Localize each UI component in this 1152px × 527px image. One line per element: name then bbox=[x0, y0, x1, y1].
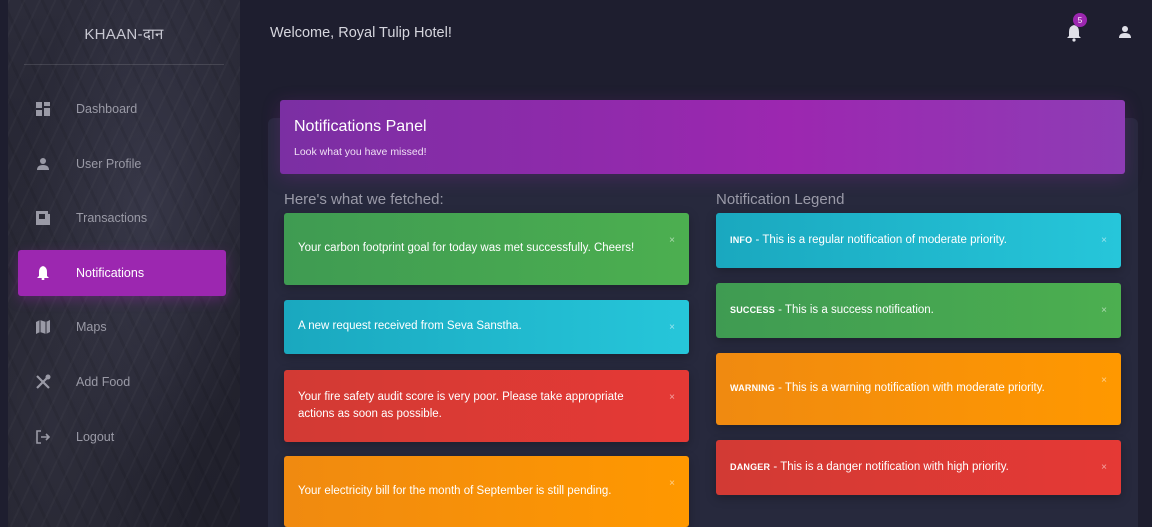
top-navbar: Welcome, Royal Tulip Hotel! 5 bbox=[240, 0, 1152, 64]
notification-alert: Your carbon footprint goal for today was… bbox=[284, 213, 689, 285]
sidebar-item-transactions[interactable]: Transactions bbox=[18, 195, 226, 241]
user-account-icon[interactable] bbox=[1118, 25, 1132, 39]
sidebar-item-label: User Profile bbox=[76, 156, 142, 171]
sidebar-item-user-profile[interactable]: User Profile bbox=[18, 141, 226, 187]
sidebar-item-add-food[interactable]: Add Food bbox=[18, 359, 226, 405]
main-content: Welcome, Royal Tulip Hotel! 5 Notificati… bbox=[240, 0, 1152, 527]
alert-text: - This is a success notification. bbox=[774, 303, 934, 316]
close-icon[interactable]: × bbox=[669, 233, 675, 248]
alert-tag: DANGER bbox=[730, 461, 771, 472]
legend-alert-success: SUCCESS - This is a success notification… bbox=[716, 283, 1121, 338]
fetched-title: Here's what we fetched: bbox=[284, 191, 444, 208]
sidebar-item-notifications[interactable]: Notifications bbox=[18, 249, 226, 296]
alert-message: SUCCESS - This is a success notification… bbox=[730, 302, 934, 319]
alert-message: INFO - This is a regular notification of… bbox=[730, 232, 1007, 249]
logout-icon bbox=[34, 428, 52, 446]
alert-message: A new request received from Seva Sanstha… bbox=[298, 320, 522, 333]
close-icon[interactable]: × bbox=[1101, 303, 1107, 318]
sidebar-item-label: Transactions bbox=[76, 211, 148, 226]
alert-tag: WARNING bbox=[730, 383, 775, 394]
close-icon[interactable]: × bbox=[669, 320, 675, 335]
close-icon[interactable]: × bbox=[669, 476, 675, 491]
alert-message: Your electricity bill for the month of S… bbox=[298, 484, 612, 497]
dashboard-icon bbox=[34, 100, 52, 118]
legend-alert-warning: WARNING - This is a warning notification… bbox=[716, 353, 1121, 425]
legend-alert-danger: DANGER - This is a danger notification w… bbox=[716, 440, 1121, 495]
notification-alert: Your electricity bill for the month of S… bbox=[284, 456, 689, 527]
sidebar-item-label: Logout bbox=[76, 429, 115, 444]
legend-alert-info: INFO - This is a regular notification of… bbox=[716, 213, 1121, 268]
sidebar-item-label: Notifications bbox=[76, 265, 145, 280]
legend-title: Notification Legend bbox=[716, 191, 845, 208]
sidebar-item-label: Add Food bbox=[76, 374, 131, 389]
welcome-text: Welcome, Royal Tulip Hotel! bbox=[270, 25, 452, 41]
alert-tag: INFO bbox=[730, 234, 753, 245]
notification-count-badge: 5 bbox=[1073, 13, 1087, 27]
close-icon[interactable]: × bbox=[1101, 460, 1107, 475]
sidebar: KHAAN-दान Dashboard User Profile Transac… bbox=[8, 0, 240, 527]
sidebar-item-dashboard[interactable]: Dashboard bbox=[18, 86, 226, 132]
sidebar-item-logout[interactable]: Logout bbox=[18, 414, 226, 460]
alert-message: Your carbon footprint goal for today was… bbox=[298, 242, 635, 255]
close-icon[interactable]: × bbox=[669, 390, 675, 405]
notifications-panel-header: Notifications Panel Look what you have m… bbox=[280, 100, 1125, 174]
alert-tag: SUCCESS bbox=[730, 304, 775, 315]
bell-icon bbox=[34, 264, 52, 282]
sidebar-item-maps[interactable]: Maps bbox=[18, 304, 226, 350]
notification-alert: A new request received from Seva Sanstha… bbox=[284, 300, 689, 354]
sidebar-item-label: Dashboard bbox=[76, 102, 138, 116]
map-icon bbox=[34, 318, 52, 336]
alert-message: WARNING - This is a warning notification… bbox=[730, 380, 1045, 397]
receipt-icon bbox=[34, 209, 52, 227]
person-icon bbox=[34, 155, 52, 173]
app-logo[interactable]: KHAAN-दान bbox=[8, 24, 240, 44]
alert-message: DANGER - This is a danger notification w… bbox=[730, 459, 1009, 476]
close-icon[interactable]: × bbox=[1101, 373, 1107, 388]
utensils-icon bbox=[34, 373, 52, 391]
alert-text: - This is a warning notification with mo… bbox=[774, 382, 1045, 395]
notification-alert: Your fire safety audit score is very poo… bbox=[284, 370, 689, 442]
panel-title: Notifications Panel bbox=[294, 118, 427, 135]
panel-subtitle: Look what you have missed! bbox=[294, 146, 427, 158]
alert-text: - This is a danger notification with hig… bbox=[770, 460, 1009, 473]
sidebar-item-label: Maps bbox=[76, 320, 107, 335]
close-icon[interactable]: × bbox=[1101, 233, 1107, 248]
alert-message: Your fire safety audit score is very poo… bbox=[298, 390, 624, 420]
divider bbox=[24, 64, 224, 65]
sidebar-nav: Dashboard User Profile Transactions Noti… bbox=[8, 86, 240, 468]
alert-text: - This is a regular notification of mode… bbox=[752, 233, 1007, 246]
